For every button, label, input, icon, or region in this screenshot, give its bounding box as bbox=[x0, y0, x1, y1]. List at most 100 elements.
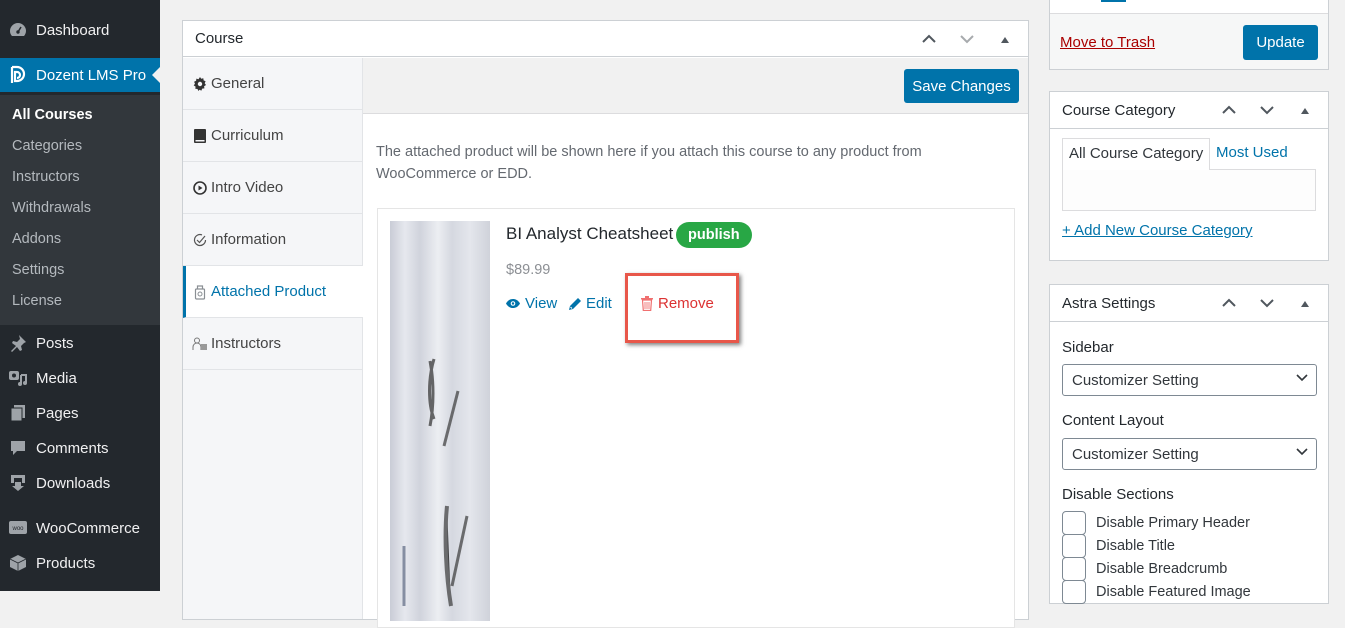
view-label: View bbox=[525, 295, 558, 312]
postbox-title: Course Category bbox=[1062, 101, 1176, 119]
menu-label: Pages bbox=[36, 404, 79, 422]
disable-featured-image-checkbox[interactable] bbox=[1062, 580, 1086, 604]
move-to-trash-link[interactable]: Move to Trash bbox=[1060, 34, 1155, 51]
save-changes-button[interactable]: Save Changes bbox=[904, 69, 1019, 103]
menu-label: Posts bbox=[36, 334, 74, 352]
admin-menu: Dashboard Dozent LMS Pro All Courses Cat… bbox=[0, 0, 160, 591]
view-link[interactable]: View bbox=[505, 295, 557, 312]
menu-posts[interactable]: Posts bbox=[0, 330, 160, 356]
tab-attached-product[interactable]: Attached Product bbox=[183, 266, 363, 318]
tab-label: Instructors bbox=[211, 335, 282, 352]
box-icon bbox=[0, 554, 36, 572]
submenu-categories[interactable]: Categories bbox=[12, 138, 82, 154]
woo-icon: woo bbox=[0, 519, 36, 537]
checkbox-label: Disable Primary Header bbox=[1096, 515, 1250, 531]
menu-downloads[interactable]: Downloads bbox=[0, 470, 160, 496]
publish-postbox: Move to Trash Update bbox=[1049, 0, 1329, 70]
content-layout-select[interactable]: Customizer Setting bbox=[1062, 438, 1317, 470]
postbox-controls bbox=[910, 21, 1024, 57]
course-postbox: Course General Curriculum Intro Video In… bbox=[182, 20, 1029, 628]
tab-general[interactable]: General bbox=[183, 58, 362, 110]
edit-link[interactable]: Edit bbox=[568, 295, 612, 312]
course-tabs: General Curriculum Intro Video Informati… bbox=[183, 58, 363, 619]
menu-pages[interactable]: Pages bbox=[0, 400, 160, 426]
menu-dashboard[interactable]: Dashboard bbox=[0, 13, 160, 47]
dozent-logo-icon bbox=[0, 65, 36, 85]
postbox-controls bbox=[1210, 285, 1324, 321]
checkbox-label: Disable Featured Image bbox=[1096, 584, 1251, 600]
menu-label: Dozent LMS Pro bbox=[36, 66, 147, 84]
disable-primary-header-checkbox[interactable] bbox=[1062, 511, 1086, 535]
tab-curriculum[interactable]: Curriculum bbox=[183, 110, 362, 162]
update-button[interactable]: Update bbox=[1243, 25, 1318, 60]
status-badge: publish bbox=[676, 222, 752, 248]
play-circle-icon bbox=[192, 180, 208, 195]
svg-text:woo: woo bbox=[11, 526, 24, 532]
move-down-icon[interactable] bbox=[1248, 296, 1286, 311]
course-category-postbox: Course Category All Course Category Most… bbox=[1049, 91, 1329, 261]
submenu-addons[interactable]: Addons bbox=[12, 231, 61, 247]
tab-instructors[interactable]: Instructors bbox=[183, 318, 362, 370]
product-card: BI Analyst Cheatsheet publish $89.99 Vie… bbox=[377, 208, 1015, 628]
menu-label: Products bbox=[36, 554, 96, 572]
submenu-license[interactable]: License bbox=[12, 293, 62, 309]
chevron-down-icon bbox=[1296, 445, 1308, 459]
submenu-withdrawals[interactable]: Withdrawals bbox=[12, 200, 91, 216]
select-value: Customizer Setting bbox=[1072, 371, 1199, 389]
disable-sections-label: Disable Sections bbox=[1062, 486, 1174, 503]
select-value: Customizer Setting bbox=[1072, 445, 1199, 463]
tab-information[interactable]: Information bbox=[183, 214, 362, 266]
sidebar-label: Sidebar bbox=[1062, 339, 1114, 356]
tab-most-used[interactable]: Most Used bbox=[1216, 144, 1288, 161]
media-icon bbox=[0, 369, 36, 387]
disable-breadcrumb-checkbox[interactable] bbox=[1062, 557, 1086, 581]
sidebar-select[interactable]: Customizer Setting bbox=[1062, 364, 1317, 396]
menu-products[interactable]: Products bbox=[0, 550, 160, 576]
dashboard-icon bbox=[0, 22, 36, 38]
tab-label: Attached Product bbox=[211, 283, 327, 300]
toggle-panel-icon[interactable] bbox=[986, 32, 1024, 47]
product-title[interactable]: BI Analyst Cheatsheet bbox=[506, 224, 673, 244]
download-icon bbox=[0, 474, 36, 492]
toggle-panel-icon[interactable] bbox=[1286, 296, 1324, 311]
submenu-instructors[interactable]: Instructors bbox=[12, 169, 80, 185]
checkbox-label: Disable Breadcrumb bbox=[1096, 561, 1228, 577]
postbox-controls bbox=[1210, 92, 1324, 128]
comment-icon bbox=[0, 439, 36, 457]
disable-title-checkbox[interactable] bbox=[1062, 534, 1086, 558]
category-list bbox=[1062, 169, 1316, 211]
product-icon bbox=[192, 284, 208, 300]
instructors-icon bbox=[192, 337, 208, 351]
move-up-icon[interactable] bbox=[1210, 103, 1248, 118]
menu-comments[interactable]: Comments bbox=[0, 435, 160, 461]
postbox-title: Course bbox=[195, 30, 244, 47]
submenu-settings[interactable]: Settings bbox=[12, 262, 64, 278]
move-down-icon[interactable] bbox=[1248, 103, 1286, 118]
toggle-panel-icon[interactable] bbox=[1286, 103, 1324, 118]
course-postbox-header: Course bbox=[183, 21, 1028, 57]
submenu-all-courses[interactable]: All Courses bbox=[12, 107, 93, 123]
move-up-icon[interactable] bbox=[910, 32, 948, 47]
menu-dozent-lms[interactable]: Dozent LMS Pro bbox=[0, 58, 160, 92]
tab-label: Curriculum bbox=[211, 127, 284, 144]
tab-all-course-category[interactable]: All Course Category bbox=[1062, 138, 1211, 170]
tab-label: Intro Video bbox=[211, 179, 284, 196]
menu-woocommerce[interactable]: woo WooCommerce bbox=[0, 515, 160, 541]
tab-label: Information bbox=[211, 231, 287, 248]
tab-intro-video[interactable]: Intro Video bbox=[183, 162, 362, 214]
move-up-icon[interactable] bbox=[1210, 296, 1248, 311]
add-new-category-link[interactable]: + Add New Course Category bbox=[1062, 222, 1253, 239]
remove-link[interactable]: Remove bbox=[641, 295, 714, 312]
menu-label: Media bbox=[36, 369, 77, 387]
partial-link[interactable] bbox=[1101, 0, 1126, 2]
chevron-down-icon bbox=[1296, 371, 1308, 385]
pages-icon bbox=[0, 404, 36, 422]
trash-icon bbox=[641, 296, 653, 311]
edit-label: Edit bbox=[586, 295, 612, 312]
publish-top-area bbox=[1050, 0, 1328, 14]
move-down-icon[interactable] bbox=[948, 32, 986, 47]
tab-label: General bbox=[211, 75, 265, 92]
attached-product-description: The attached product will be shown here … bbox=[376, 144, 922, 182]
eye-icon bbox=[505, 298, 521, 309]
menu-media[interactable]: Media bbox=[0, 365, 160, 391]
